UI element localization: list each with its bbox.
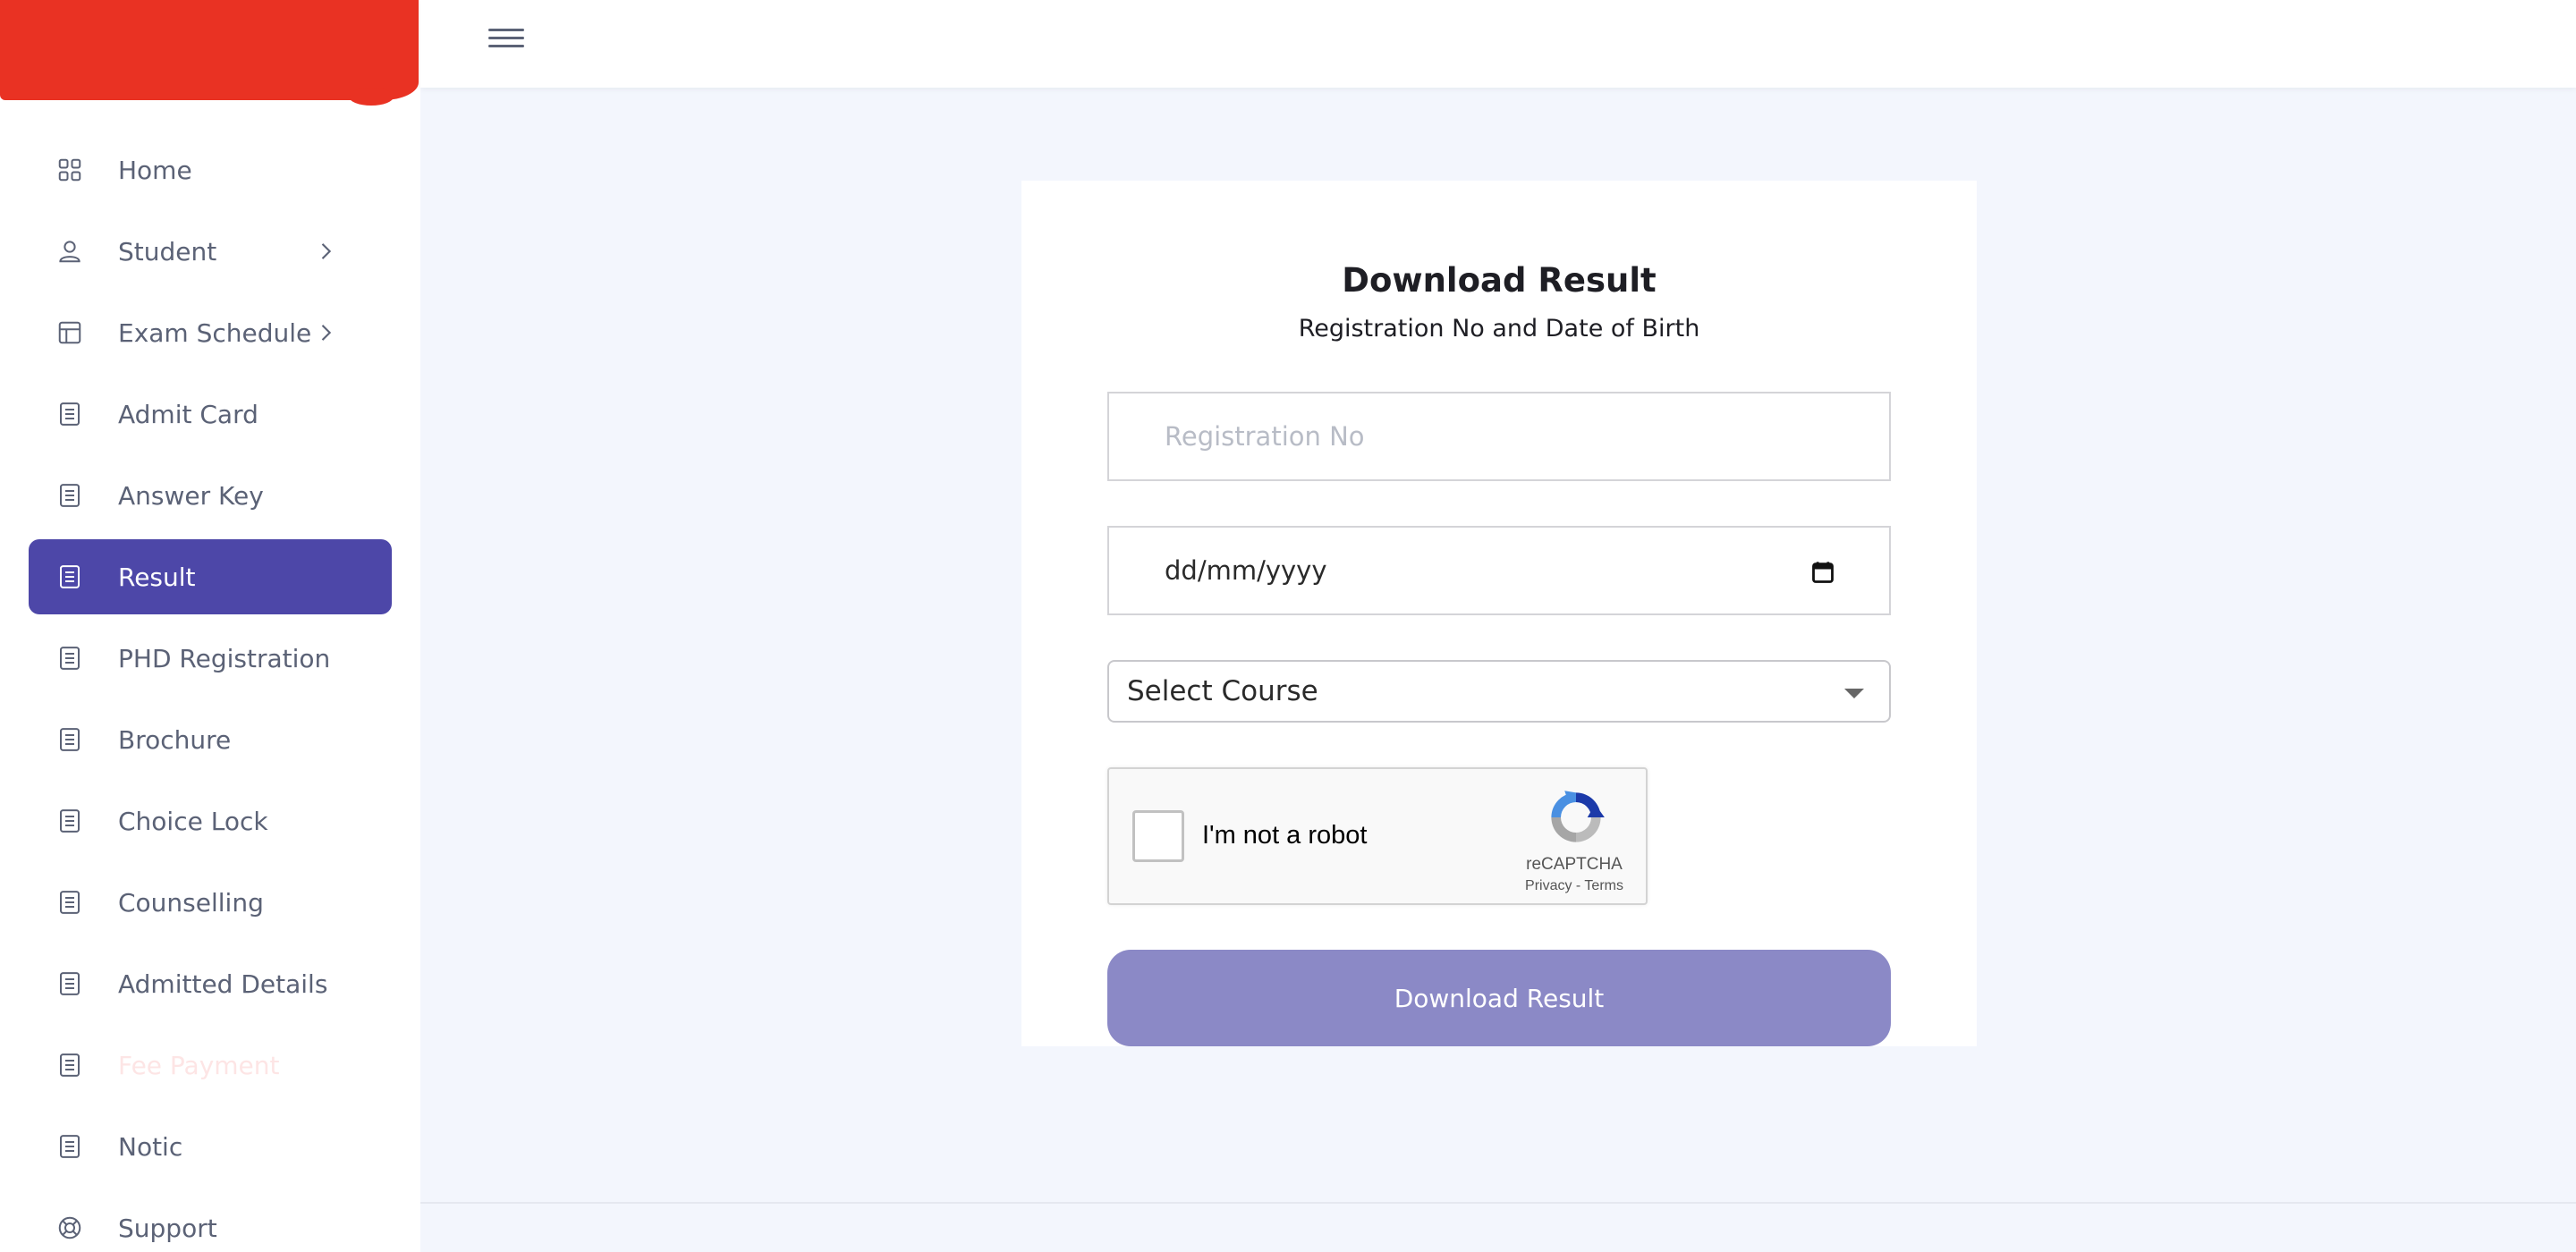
logo[interactable] (0, 0, 419, 106)
sidebar-item-label: Home (118, 155, 192, 185)
sidebar-item-label: Admit Card (118, 399, 258, 429)
document-icon (55, 1132, 84, 1161)
registration-no-input[interactable] (1107, 392, 1891, 481)
card-title: Download Result (1342, 261, 1657, 300)
sidebar-item-label: Brochure (118, 724, 232, 755)
recaptcha-logo-icon (1551, 791, 1605, 842)
sidebar-item-admit-card[interactable]: Admit Card (29, 376, 392, 452)
course-select-value: Select Course (1127, 675, 1318, 707)
sidebar-item-support[interactable]: Support (29, 1190, 392, 1252)
sidebar-item-label: Support (118, 1213, 217, 1243)
sidebar-item-label: Fee Payment (118, 1050, 280, 1080)
footer-divider (420, 1202, 2576, 1204)
sidebar-item-answer-key[interactable]: Answer Key (29, 458, 392, 533)
sidebar-item-student[interactable]: Student (29, 214, 392, 289)
sidebar-item-label: PHD Registration (118, 643, 331, 673)
document-icon (55, 563, 84, 591)
topbar (420, 0, 2576, 88)
sidebar-item-result[interactable]: Result (29, 539, 392, 614)
sidebar-item-label: Answer Key (118, 480, 264, 511)
sidebar-item-home[interactable]: Home (29, 132, 392, 207)
document-icon (55, 1051, 84, 1079)
sidebar-item-label: Counselling (118, 887, 264, 918)
date-placeholder: dd/mm/yyyy (1165, 555, 1327, 586)
sidebar-item-label: Admitted Details (118, 969, 328, 999)
lifebuoy-icon (55, 1214, 84, 1242)
sidebar-item-exam-schedule[interactable]: Exam Schedule (29, 295, 392, 370)
date-of-birth-input[interactable]: dd/mm/yyyy (1107, 526, 1891, 615)
sidebar-item-notic[interactable]: Notic (29, 1109, 392, 1184)
document-icon (55, 969, 84, 998)
download-result-card: Download Result Registration No and Date… (1021, 181, 1977, 1046)
recaptcha-checkbox[interactable] (1132, 810, 1184, 862)
recaptcha-privacy-terms-link[interactable]: Privacy - Terms (1503, 878, 1646, 894)
sidebar-item-brochure[interactable]: Brochure (29, 702, 392, 777)
document-icon (55, 725, 84, 754)
grid-icon (55, 156, 84, 184)
document-icon (55, 481, 84, 510)
document-icon (55, 644, 84, 673)
sidebar-item-counselling[interactable]: Counselling (29, 865, 392, 940)
sidebar-item-label: Choice Lock (118, 806, 268, 836)
sidebar-item-label: Exam Schedule (118, 317, 312, 348)
chevron-down-icon (1844, 689, 1864, 698)
sidebar-item-choice-lock[interactable]: Choice Lock (29, 783, 392, 859)
document-icon (55, 400, 84, 428)
calendar-icon[interactable] (1810, 560, 1835, 585)
layout-icon (55, 318, 84, 347)
user-icon (55, 237, 84, 266)
recaptcha-brand: reCAPTCHA (1526, 855, 1623, 874)
course-select[interactable]: Select Course (1107, 660, 1891, 723)
card-subtitle: Registration No and Date of Birth (1298, 315, 1700, 343)
sidebar-nav: Home Student Exam Schedule Admit Card Answer… (29, 132, 392, 1252)
sidebar-item-label: Student (118, 236, 217, 266)
sidebar-item-label: Notic (118, 1131, 183, 1162)
hamburger-menu-icon[interactable] (488, 23, 524, 54)
sidebar-item-label: Result (118, 562, 196, 592)
recaptcha-label: I'm not a robot (1202, 821, 1368, 850)
chevron-right-icon (313, 320, 338, 345)
recaptcha-widget: I'm not a robot reCAPTCHA Privacy - Term… (1107, 767, 1648, 905)
sidebar-item-fee-payment[interactable]: Fee Payment (29, 1028, 392, 1103)
download-result-button[interactable]: Download Result (1107, 950, 1891, 1046)
chevron-right-icon (313, 239, 338, 264)
sidebar-item-admitted-details[interactable]: Admitted Details (29, 946, 392, 1021)
document-icon (55, 807, 84, 835)
sidebar: Home Student Exam Schedule Admit Card Answer… (0, 0, 420, 1252)
sidebar-item-phd-registration[interactable]: PHD Registration (29, 621, 392, 696)
document-icon (55, 888, 84, 917)
